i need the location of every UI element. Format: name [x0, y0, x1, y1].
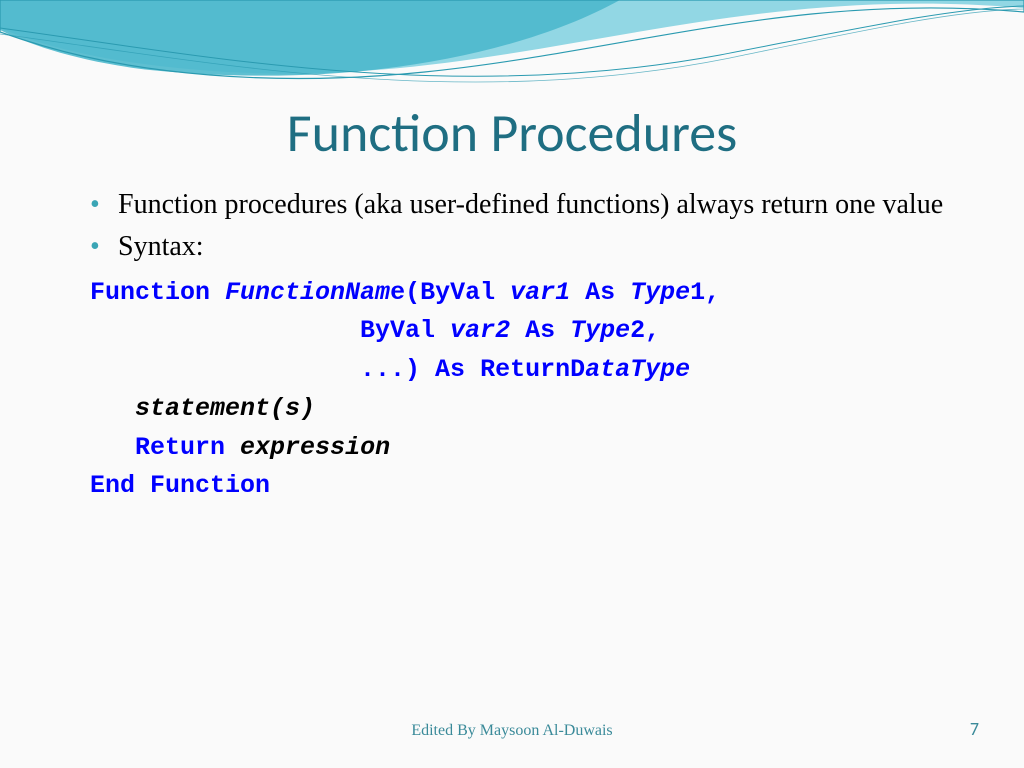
code-ident: var1: [510, 278, 570, 307]
code-syntax: Function FunctionName(ByVal var1 As Type…: [60, 274, 964, 507]
code-ident: FunctionNam: [225, 278, 390, 307]
slide-content: Function Procedures Function procedures …: [0, 0, 1024, 506]
code-keyword: ...) As ReturnD: [360, 355, 585, 384]
code-ident: var2: [450, 316, 510, 345]
code-ident: expression: [240, 433, 390, 462]
code-ident: ataType: [585, 355, 690, 384]
slide-title: Function Procedures: [60, 100, 964, 166]
code-ident: statement(s): [135, 394, 315, 423]
bullet-item: Function procedures (aka user-defined fu…: [90, 186, 964, 224]
bullet-item: Syntax:: [90, 228, 964, 266]
code-pad: [90, 316, 360, 345]
slide-footer: Edited By Maysoon Al-Duwais 7: [0, 722, 1024, 740]
code-keyword: 2,: [630, 316, 660, 345]
code-pad: [90, 433, 135, 462]
code-keyword: Function: [90, 278, 225, 307]
code-keyword: e(ByVal: [390, 278, 510, 307]
page-number: 7: [970, 718, 979, 740]
footer-credit: Edited By Maysoon Al-Duwais: [411, 722, 612, 740]
code-keyword: As: [570, 278, 630, 307]
code-keyword: As: [510, 316, 570, 345]
code-ident: Type: [630, 278, 690, 307]
code-ident: Type: [570, 316, 630, 345]
code-keyword: ByVal: [360, 316, 450, 345]
code-pad: [90, 394, 135, 423]
code-keyword: 1,: [690, 278, 720, 307]
code-pad: [90, 355, 360, 384]
bullet-list: Function procedures (aka user-defined fu…: [60, 186, 964, 266]
code-keyword: End Function: [90, 471, 270, 500]
code-keyword: Return: [135, 433, 240, 462]
